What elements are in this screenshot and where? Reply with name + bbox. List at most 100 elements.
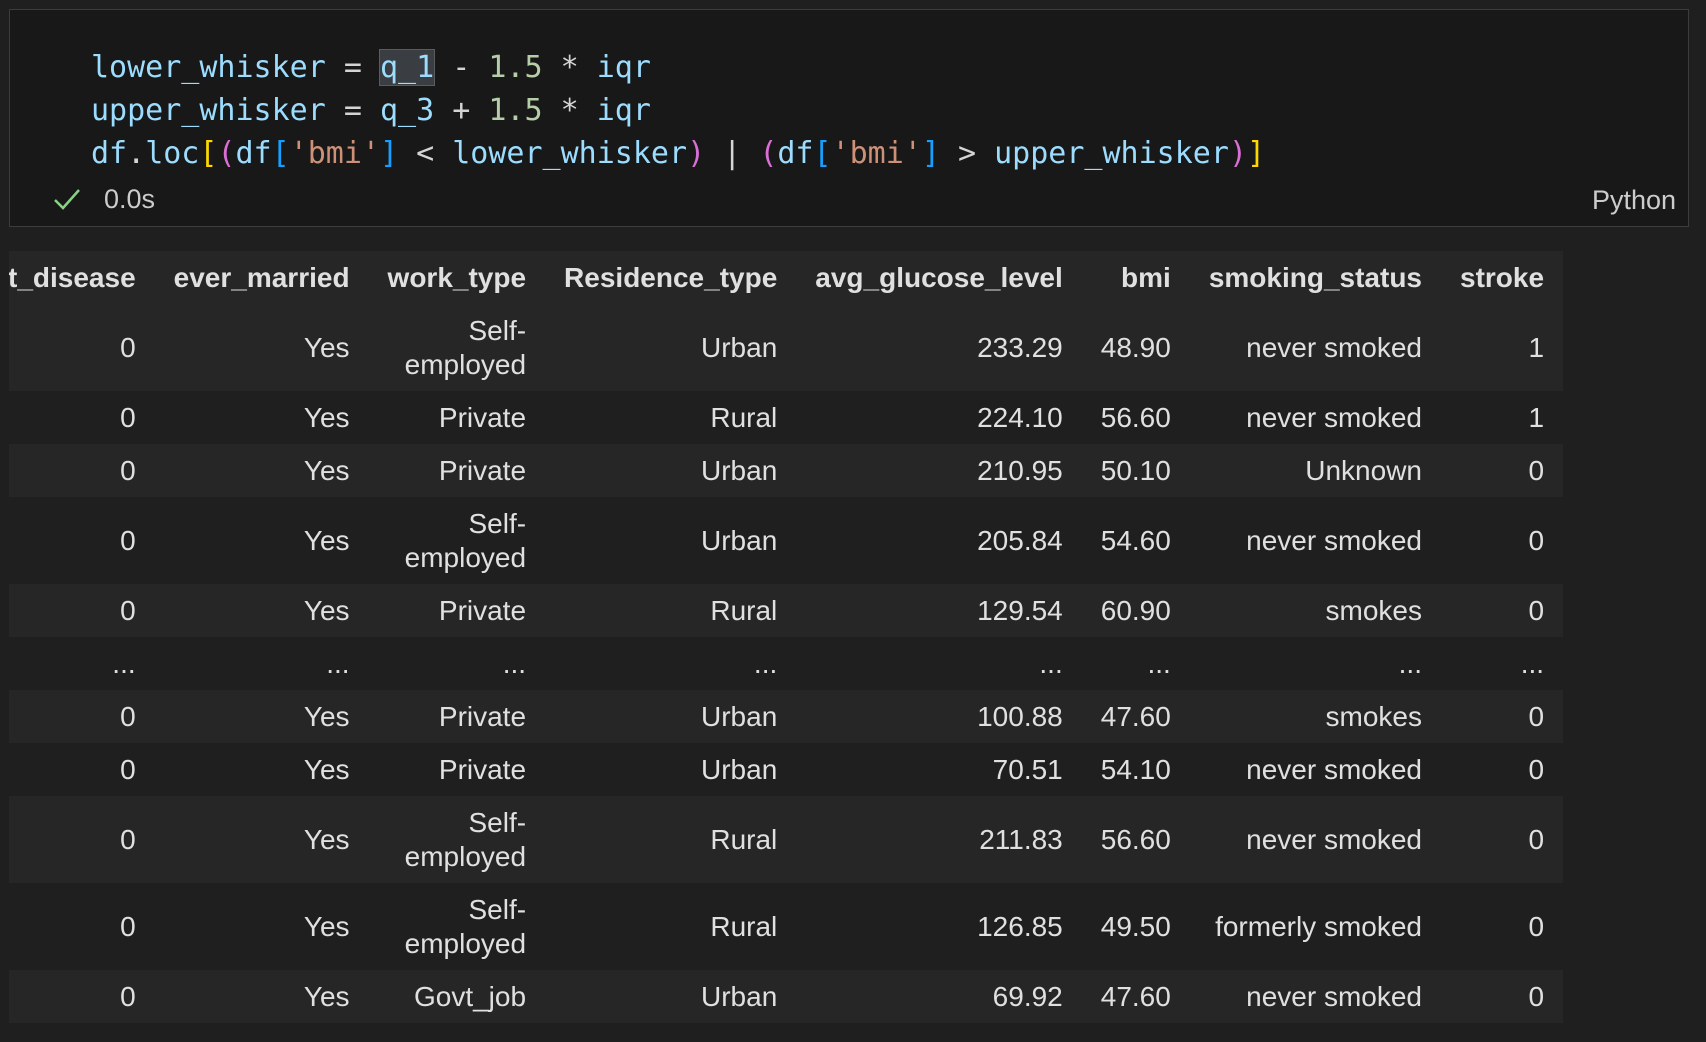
table-cell: Yes xyxy=(154,970,369,1023)
code-token: - xyxy=(434,50,489,85)
execution-time: 0.0s xyxy=(104,183,156,214)
table-cell: 1 xyxy=(1441,304,1564,391)
code-token: df xyxy=(91,136,128,171)
table-cell: Yes xyxy=(154,497,369,584)
table-cell: Rural xyxy=(545,584,797,637)
column-header: smoking_status xyxy=(1189,251,1441,304)
table-cell: 47.60 xyxy=(1081,690,1190,743)
table-cell: Private xyxy=(368,690,546,743)
table-cell: Yes xyxy=(154,743,369,796)
table-row: 0 Yes Self-employed Rural 211.83 56.60 never s… xyxy=(9,796,1564,883)
table-cell: 56.60 xyxy=(1081,796,1190,883)
table-body: 0 Yes Self-employed Urban 233.29 48.90 never s… xyxy=(9,304,1564,1023)
table-cell: 100.88 xyxy=(796,690,1082,743)
column-header: avg_glucose_level xyxy=(796,251,1082,304)
code-token: ] xyxy=(1247,136,1266,171)
code-token: df xyxy=(235,136,272,171)
table-cell: never smoked xyxy=(1189,743,1441,796)
table-row: 0 Yes Private Urban 100.88 47.60 smokes 0 xyxy=(9,690,1564,743)
table-row: ........................ xyxy=(9,637,1564,690)
table-row: 0 Yes Private Urban 210.95 50.10 Unknown 0 xyxy=(9,444,1564,497)
table-cell: Self-employed xyxy=(368,883,546,970)
code-token: iqr xyxy=(596,93,651,128)
table-cell: Yes xyxy=(154,584,369,637)
column-header: bmi xyxy=(1081,251,1190,304)
table-cell: Urban xyxy=(545,690,797,743)
code-token: 'bmi' xyxy=(831,136,922,171)
table-cell: 0 xyxy=(1441,883,1564,970)
table-cell: 0 xyxy=(9,444,155,497)
table-cell: Urban xyxy=(545,444,797,497)
table-cell: ... xyxy=(1441,637,1564,690)
column-header: ever_married xyxy=(154,251,369,304)
table-cell: Private xyxy=(368,584,546,637)
table-cell: Urban xyxy=(545,497,797,584)
table-cell: Self-employed xyxy=(368,497,546,584)
table-cell: Private xyxy=(368,444,546,497)
table-cell: Private xyxy=(368,391,546,444)
table-cell: 47.60 xyxy=(1081,970,1190,1023)
column-header: work_type xyxy=(368,251,546,304)
code-token: ] xyxy=(921,136,940,171)
table-cell: formerly smoked xyxy=(1189,883,1441,970)
table-cell: 0 xyxy=(9,584,155,637)
code-token: [ xyxy=(271,136,290,171)
code-token: * xyxy=(542,50,597,85)
code-token: | xyxy=(705,136,760,171)
table-cell: Self-employed xyxy=(368,796,546,883)
language-label[interactable]: Python xyxy=(1592,185,1676,216)
table-cell: Rural xyxy=(545,391,797,444)
table-cell: Yes xyxy=(154,304,369,391)
table-cell: 126.85 xyxy=(796,883,1082,970)
table-cell: 70.51 xyxy=(796,743,1082,796)
code-token: loc xyxy=(145,136,200,171)
code-token: 1.5 xyxy=(488,93,543,128)
code-cell[interactable]: lower_whisker = q_1 - 1.5 * iqr upper_whi… xyxy=(9,9,1689,227)
table-cell: smokes xyxy=(1189,584,1441,637)
table-cell: 0 xyxy=(9,497,155,584)
table-row: 0 Yes Self-employed Urban 205.84 54.60 never s… xyxy=(9,497,1564,584)
code-token: ) xyxy=(687,136,706,171)
code-token: lower_whisker xyxy=(91,50,326,85)
table-cell: 0 xyxy=(1441,970,1564,1023)
table-cell: 0 xyxy=(1441,796,1564,883)
table-cell: 69.92 xyxy=(796,970,1082,1023)
table-cell: Urban xyxy=(545,304,797,391)
table-cell: Yes xyxy=(154,690,369,743)
table-cell: 54.10 xyxy=(1081,743,1190,796)
table-header-row: t_disease ever_married work_type Residence_… xyxy=(9,251,1564,304)
code-token: upper_whisker xyxy=(994,136,1229,171)
table-cell: Rural xyxy=(545,883,797,970)
code-line[interactable]: df.loc[(df['bmi'] < lower_whisker) | (df… xyxy=(91,132,1265,175)
table-cell: Yes xyxy=(154,883,369,970)
code-token: ( xyxy=(217,136,236,171)
table-cell: ... xyxy=(545,637,797,690)
column-header: Residence_type xyxy=(545,251,797,304)
code-line[interactable]: upper_whisker = q_3 + 1.5 * iqr xyxy=(91,89,1265,132)
table-cell: Govt_job xyxy=(368,970,546,1023)
code-token: lower_whisker xyxy=(452,136,688,171)
table-cell: 50.10 xyxy=(1081,444,1190,497)
table-cell: 0 xyxy=(9,391,155,444)
table-cell: ... xyxy=(9,637,155,690)
table-cell: ... xyxy=(796,637,1082,690)
table-cell: never smoked xyxy=(1189,970,1441,1023)
table-cell: 129.54 xyxy=(796,584,1082,637)
table-cell: 211.83 xyxy=(796,796,1082,883)
code-editor[interactable]: lower_whisker = q_1 - 1.5 * iqr upper_whi… xyxy=(91,46,1265,175)
code-token: > xyxy=(939,136,995,171)
table-cell: 1 xyxy=(1441,391,1564,444)
table-row: 0 Yes Private Urban 70.51 54.10 never smoked 0 xyxy=(9,743,1564,796)
table-row: 0 Yes Self-employed Urban 233.29 48.90 never s… xyxy=(9,304,1564,391)
table-cell: 0 xyxy=(1441,743,1564,796)
table-cell: 0 xyxy=(9,883,155,970)
table-cell: smokes xyxy=(1189,690,1441,743)
table-cell: ... xyxy=(368,637,546,690)
code-token: ) xyxy=(1228,136,1247,171)
code-line[interactable]: lower_whisker = q_1 - 1.5 * iqr xyxy=(91,46,1265,89)
code-token: = xyxy=(325,93,380,128)
code-token: q_3 xyxy=(380,93,435,128)
code-token: [ xyxy=(199,136,218,171)
table-row: 0 Yes Self-employed Rural 126.85 49.50 formerl… xyxy=(9,883,1564,970)
table-row: 0 Yes Govt_job Urban 69.92 47.60 never smoked 0 xyxy=(9,970,1564,1023)
